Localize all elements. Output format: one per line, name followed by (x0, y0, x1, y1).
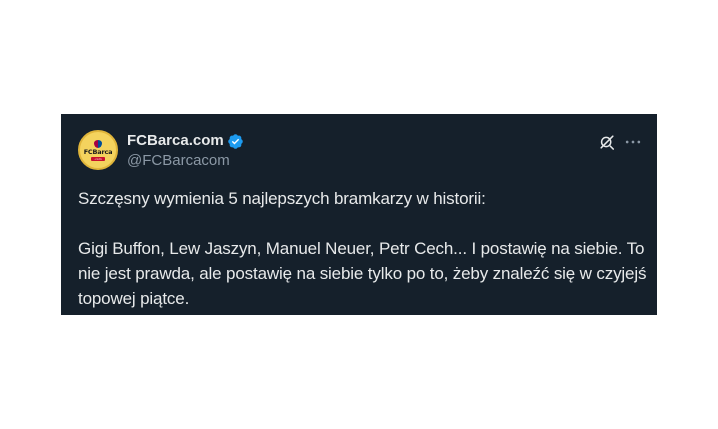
author-handle[interactable]: @FCBarcacom (127, 152, 230, 170)
verified-badge-icon (227, 133, 243, 149)
tweet-body: Szczęsny wymienia 5 najlepszych bramkarz… (78, 186, 648, 311)
tweet-text-line: Szczęsny wymienia 5 najlepszych bramkarz… (78, 189, 486, 208)
tweet-text-line: Gigi Buffon, Lew Jaszyn, Manuel Neuer, P… (78, 239, 647, 308)
author-name-row: FCBarca.com (127, 132, 244, 150)
more-options-icon[interactable] (623, 132, 643, 152)
tweet-card[interactable]: FCBarca .com FCBarca.com @FCBarcacom Szc… (61, 114, 657, 315)
author-avatar[interactable]: FCBarca .com (78, 130, 118, 170)
tweet-actions (597, 132, 643, 152)
fcbarca-crest-icon (94, 139, 102, 148)
avatar-logo-sub: .com (91, 156, 105, 161)
author-display-name[interactable]: FCBarca.com (127, 132, 224, 150)
avatar-logo-text: FCBarca (83, 147, 113, 156)
tweet-text-spacer (78, 211, 648, 236)
grok-icon[interactable] (597, 132, 617, 152)
